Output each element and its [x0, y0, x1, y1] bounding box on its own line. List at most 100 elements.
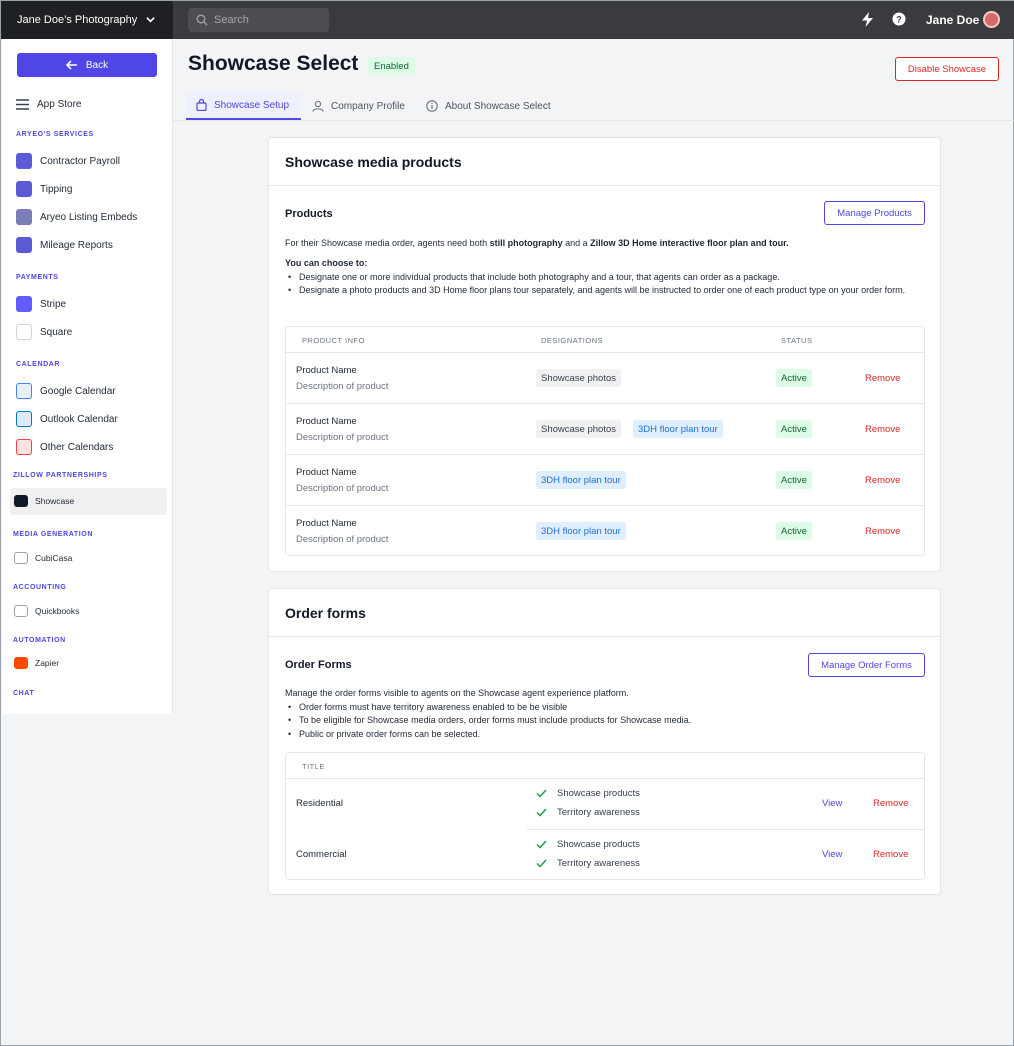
- choose-section: You can choose to: Designate one or more…: [285, 257, 921, 298]
- product-name: Product Name: [296, 416, 357, 427]
- order-bullet: To be eligible for Showcase media orders…: [285, 714, 925, 728]
- help-icon[interactable]: ?: [892, 12, 906, 26]
- svg-text:?: ?: [896, 15, 902, 25]
- product-description: Description of product: [296, 432, 389, 443]
- products-table: PRODUCT INFO DESIGNATIONS STATUS Product…: [285, 326, 925, 556]
- designation-tag: 3DH floor plan tour: [633, 420, 723, 438]
- remove-link[interactable]: Remove: [865, 373, 900, 384]
- stripe-icon: [16, 296, 32, 312]
- sidebar: Back App Store ARYEO'S SERVICES Contract…: [2, 39, 173, 714]
- sidebar-item-stripe[interactable]: Stripe: [16, 296, 66, 312]
- section-zillow-partnerships: ZILLOW PARTNERSHIPS: [13, 472, 108, 479]
- lightning-icon[interactable]: [862, 12, 873, 27]
- tab-label: Company Profile: [331, 100, 405, 112]
- view-link[interactable]: View: [822, 798, 842, 809]
- intro-text: Manage the order forms visible to agents…: [285, 688, 629, 698]
- sidebar-item-contractor-payroll[interactable]: Contractor Payroll: [16, 153, 120, 169]
- card-divider: [269, 185, 940, 186]
- sidebar-item-label: CubiCasa: [35, 553, 73, 563]
- sidebar-item-mileage-reports[interactable]: Mileage Reports: [16, 237, 113, 253]
- status-badge: Active: [776, 369, 812, 387]
- sidebar-item-cubicasa[interactable]: CubiCasa: [14, 552, 72, 564]
- product-description: Description of product: [296, 483, 389, 494]
- check-label: Showcase products: [557, 788, 640, 799]
- product-name: Product Name: [296, 467, 357, 478]
- order-forms-subtitle: Order Forms: [285, 659, 352, 671]
- manage-products-button[interactable]: Manage Products: [824, 201, 925, 225]
- sidebar-item-tipping[interactable]: Tipping: [16, 181, 72, 197]
- top-bar: Jane Doe’s Photography Search ? Jane Doe: [1, 1, 1014, 39]
- products-card: Showcase media products Products Manage …: [268, 137, 941, 572]
- listing-embeds-icon: [16, 209, 32, 225]
- order-form-title: Residential: [296, 798, 343, 809]
- outlook-calendar-icon: [16, 411, 32, 427]
- row-divider: [286, 454, 924, 455]
- order-forms-table: TITLE Residential Showcase products Terr…: [285, 752, 925, 880]
- check-icon: [536, 808, 547, 817]
- app-store-link[interactable]: App Store: [16, 99, 81, 110]
- manage-order-forms-button[interactable]: Manage Order Forms: [808, 653, 925, 677]
- remove-link[interactable]: Remove: [873, 798, 908, 809]
- cubicasa-icon: [14, 552, 28, 564]
- user-name[interactable]: Jane Doe: [926, 13, 979, 27]
- check-item: Showcase products: [536, 788, 640, 799]
- section-chat: CHAT: [13, 690, 35, 697]
- order-bullet: Public or private order forms can be sel…: [285, 728, 925, 742]
- sidebar-item-label: Google Calendar: [40, 385, 116, 397]
- avatar[interactable]: [983, 11, 1000, 28]
- tab-label: About Showcase Select: [445, 100, 551, 112]
- remove-link[interactable]: Remove: [865, 526, 900, 537]
- check-item: Territory awareness: [536, 807, 640, 818]
- search-input[interactable]: Search: [188, 8, 329, 32]
- order-form-title: Commercial: [296, 849, 347, 860]
- search-icon: [196, 14, 208, 26]
- sidebar-item-listing-embeds[interactable]: Aryeo Listing Embeds: [16, 209, 137, 225]
- tab-label: Showcase Setup: [214, 99, 290, 111]
- tab-showcase-setup[interactable]: Showcase Setup: [186, 92, 301, 120]
- row-divider: [286, 403, 924, 404]
- product-name: Product Name: [296, 518, 357, 529]
- sidebar-item-label: Other Calendars: [40, 441, 114, 453]
- column-header: PRODUCT INFO: [302, 336, 365, 345]
- row-divider: [526, 829, 925, 830]
- sidebar-item-label: Aryeo Listing Embeds: [40, 211, 138, 223]
- tab-about-showcase-select[interactable]: About Showcase Select: [416, 92, 561, 120]
- sidebar-item-outlook-calendar[interactable]: Outlook Calendar: [16, 411, 118, 427]
- row-divider: [286, 505, 924, 506]
- intro-text: and a: [562, 238, 591, 248]
- sidebar-item-label: Outlook Calendar: [40, 413, 118, 425]
- sidebar-item-label: Showcase: [35, 496, 75, 506]
- check-label: Showcase products: [557, 839, 640, 850]
- remove-link[interactable]: Remove: [865, 424, 900, 435]
- sidebar-item-quickbooks[interactable]: Quickbooks: [14, 605, 79, 617]
- designation-tag: 3DH floor plan tour: [536, 522, 626, 540]
- google-calendar-icon: [16, 383, 32, 399]
- order-bullet: Order forms must have territory awarenes…: [285, 701, 925, 715]
- bag-icon: [196, 99, 207, 111]
- sidebar-item-square[interactable]: Square: [16, 324, 72, 340]
- view-link[interactable]: View: [822, 849, 842, 860]
- back-button[interactable]: Back: [17, 53, 157, 77]
- sidebar-item-other-calendars[interactable]: Other Calendars: [16, 439, 113, 455]
- order-forms-card: Order forms Order Forms Manage Order For…: [268, 588, 941, 895]
- card-title: Showcase media products: [285, 154, 462, 170]
- user-icon: [312, 100, 324, 112]
- workspace-switcher[interactable]: Jane Doe’s Photography: [1, 1, 173, 39]
- order-forms-intro: Manage the order forms visible to agents…: [285, 687, 925, 741]
- app-store-label: App Store: [37, 99, 82, 110]
- sidebar-item-google-calendar[interactable]: Google Calendar: [16, 383, 116, 399]
- tab-company-profile[interactable]: Company Profile: [302, 92, 415, 120]
- sidebar-item-showcase[interactable]: Showcase: [14, 495, 74, 507]
- products-intro: For their Showcase media order, agents n…: [285, 237, 925, 251]
- disable-showcase-button[interactable]: Disable Showcase: [895, 57, 999, 81]
- remove-link[interactable]: Remove: [865, 475, 900, 486]
- column-header: STATUS: [781, 336, 813, 345]
- sidebar-item-label: Contractor Payroll: [40, 155, 121, 167]
- choose-bullet: Designate one or more individual product…: [285, 271, 921, 285]
- product-description: Description of product: [296, 381, 389, 392]
- row-divider: [286, 778, 924, 779]
- sidebar-item-zapier[interactable]: Zapier: [14, 657, 59, 669]
- remove-link[interactable]: Remove: [873, 849, 908, 860]
- check-icon: [536, 840, 547, 849]
- choose-heading: You can choose to:: [285, 258, 368, 268]
